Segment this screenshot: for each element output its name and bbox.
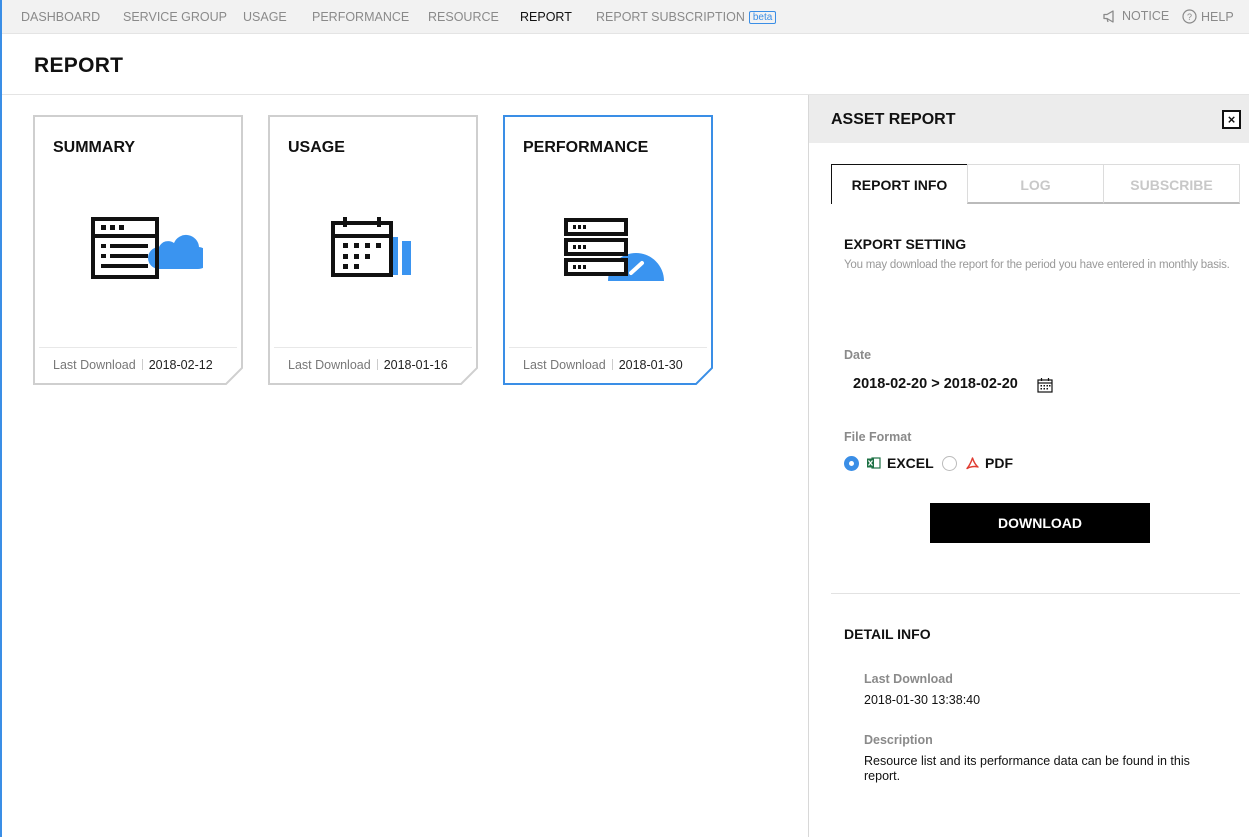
title-bar: REPORT [2, 34, 1249, 95]
page-fold-corner [460, 367, 478, 385]
nav-usage[interactable]: USAGE [243, 10, 287, 24]
card-last-download: Last Download 2018-01-16 [288, 358, 448, 372]
page-fold-corner [695, 367, 713, 385]
pdf-label: PDF [985, 455, 1013, 471]
detail-description-value: Resource list and its performance data c… [864, 754, 1190, 783]
notice-link[interactable]: NOTICE [1103, 9, 1169, 23]
notice-label: NOTICE [1122, 9, 1170, 23]
excel-radio[interactable] [844, 455, 859, 471]
export-setting-description: You may download the report for the peri… [844, 259, 1230, 271]
last-download-date: 2018-02-12 [148, 358, 213, 372]
detail-info-title: DETAIL INFO [844, 626, 931, 642]
help-label: HELP [1201, 9, 1234, 24]
panel-title: ASSET REPORT [831, 111, 956, 128]
nav-report-subscription[interactable]: REPORT SUBSCRIPTION beta [596, 10, 777, 24]
meta-separator [141, 359, 143, 370]
nav-resource[interactable]: RESOURCE [428, 10, 499, 24]
help-circle-icon: ? [1182, 9, 1197, 24]
card-title: USAGE [288, 139, 345, 156]
excel-icon [867, 457, 881, 469]
close-button[interactable]: × [1222, 110, 1241, 129]
server-gauge-icon [564, 218, 664, 281]
detail-description-label: Description [864, 733, 933, 747]
card-last-download: Last Download 2018-01-30 [523, 358, 683, 372]
megaphone-icon [1103, 9, 1114, 23]
pdf-radio[interactable] [942, 455, 957, 471]
tab-log[interactable]: LOG [967, 164, 1104, 204]
format-option-excel[interactable]: EXCEL [844, 455, 934, 471]
report-card-performance[interactable]: PERFORMANCE Last Download 2018-01-30 [503, 115, 713, 385]
last-download-label: Last Download [288, 358, 371, 372]
detail-last-download-value: 2018-01-30 13:38:40 [864, 693, 981, 707]
page-title: REPORT [34, 54, 124, 77]
panel-header: ASSET REPORT × [809, 95, 1249, 143]
pdf-icon [966, 456, 979, 469]
tab-subscribe[interactable]: SUBSCRIBE [1103, 164, 1240, 204]
export-setting-title: EXPORT SETTING [844, 236, 967, 252]
format-option-pdf[interactable]: PDF [942, 455, 1013, 471]
report-card-summary[interactable]: SUMMARY Last Download 2018-02-12 [33, 115, 243, 385]
last-download-date: 2018-01-30 [618, 358, 683, 372]
last-download-date: 2018-01-16 [383, 358, 448, 372]
last-download-label: Last Download [523, 358, 606, 372]
report-card-usage[interactable]: USAGE Last Download 2018-01-16 [268, 115, 478, 385]
panel-tabs: REPORT INFO LOG SUBSCRIBE [831, 164, 1240, 204]
calendar-icon[interactable] [1037, 377, 1053, 393]
date-range-picker[interactable]: 2018-02-20 > 2018-02-20 [853, 376, 1018, 392]
nav-service-group[interactable]: SERVICE GROUP [123, 10, 227, 24]
page-fold-corner [225, 367, 243, 385]
section-divider [831, 593, 1240, 594]
nav-report-subscription-label: REPORT SUBSCRIPTION [596, 10, 745, 24]
card-last-download: Last Download 2018-02-12 [53, 358, 213, 372]
download-button[interactable]: DOWNLOAD [930, 503, 1150, 543]
date-label: Date [844, 348, 872, 362]
top-nav: DASHBOARD SERVICE GROUP USAGE PERFORMANC… [2, 0, 1249, 34]
svg-text:?: ? [1187, 12, 1192, 22]
meta-separator [376, 359, 378, 370]
card-divider [274, 347, 472, 348]
asset-report-panel: ASSET REPORT × REPORT INFO LOG SUBSCRIBE… [808, 95, 1249, 837]
app-root: DASHBOARD SERVICE GROUP USAGE PERFORMANC… [0, 0, 1249, 837]
card-title: SUMMARY [53, 139, 136, 156]
nav-dashboard[interactable]: DASHBOARD [21, 10, 100, 24]
detail-last-download-label: Last Download [864, 672, 953, 686]
excel-label: EXCEL [887, 455, 934, 471]
help-link[interactable]: ? HELP [1182, 9, 1234, 24]
file-format-label: File Format [844, 430, 912, 444]
beta-badge: beta [748, 11, 777, 24]
summary-window-cloud-icon [91, 217, 203, 279]
close-icon: × [1227, 112, 1236, 127]
nav-report[interactable]: REPORT [520, 10, 572, 24]
tab-report-info[interactable]: REPORT INFO [831, 164, 968, 204]
meta-separator [611, 359, 613, 370]
calendar-bar-chart-icon [331, 217, 411, 277]
card-divider [509, 347, 707, 348]
card-title: PERFORMANCE [523, 139, 649, 156]
last-download-label: Last Download [53, 358, 136, 372]
card-divider [39, 347, 237, 348]
nav-performance[interactable]: PERFORMANCE [312, 10, 409, 24]
